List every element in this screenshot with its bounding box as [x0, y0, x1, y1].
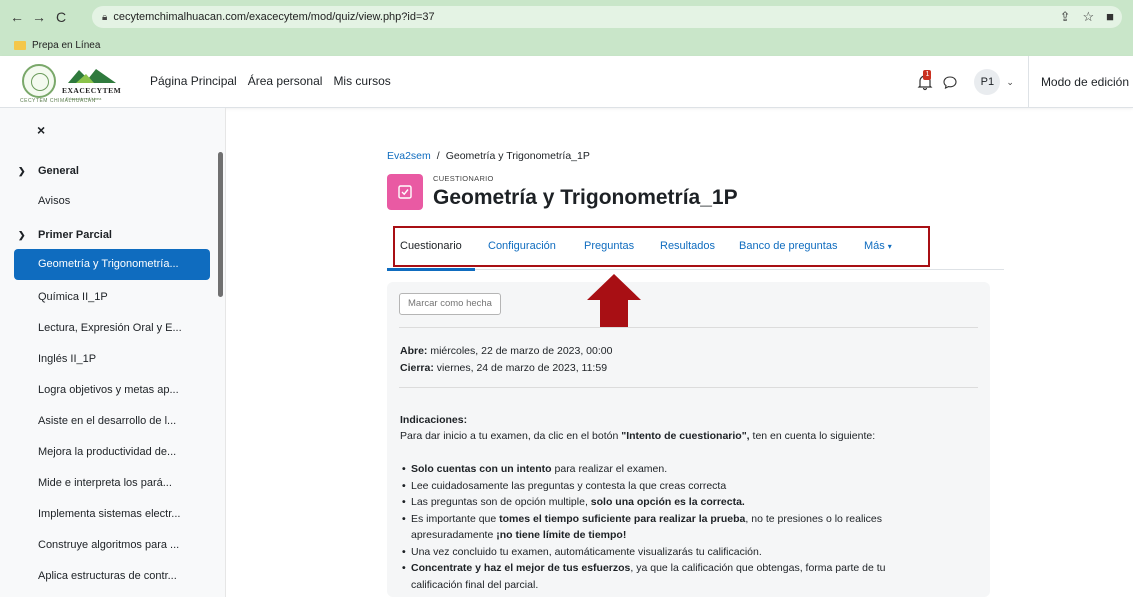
list-item-continuation: calificación final del parcial.	[400, 577, 980, 594]
breadcrumb-separator: /	[436, 150, 440, 162]
messages-icon[interactable]	[942, 74, 958, 90]
bullet-text: calificación final del parcial.	[411, 578, 539, 591]
drawer-item-aplica[interactable]: Aplica estructuras de contr...	[14, 561, 210, 591]
back-icon[interactable]: ←	[6, 9, 28, 25]
drawer-item-implementa[interactable]: Implementa sistemas electr...	[14, 499, 210, 529]
drawer-item-ingles[interactable]: Inglés II_1P	[14, 344, 210, 374]
drawer-item-quimica[interactable]: Química II_1P	[14, 282, 210, 312]
annotation-arrow-icon	[587, 274, 641, 328]
list-item: Las preguntas son de opción multiple, so…	[400, 494, 980, 511]
star-icon[interactable]: ☆	[1082, 9, 1094, 25]
drawer-item-asiste[interactable]: Asiste en el desarrollo de l...	[14, 406, 210, 436]
bullet-bold: tomes el tiempo suficiente para realizar…	[499, 512, 746, 525]
edit-mode-label[interactable]: Modo de edición	[1041, 75, 1129, 89]
list-item: Es importante que tomes el tiempo sufici…	[400, 511, 980, 528]
list-item: Una vez concluido tu examen, automáticam…	[400, 544, 980, 561]
close-date-value: viernes, 24 de marzo de 2023, 11:59	[436, 362, 608, 374]
drawer-item-logra-objetivos[interactable]: Logra objetivos y metas ap...	[14, 375, 210, 405]
activity-type-label: CUESTIONARIO	[433, 174, 494, 183]
breadcrumb: Eva2sem / Geometría y Trigonometría_1P	[387, 150, 590, 162]
section-general[interactable]: ❯ General	[14, 156, 210, 186]
logo-brand: EXACECYTEM	[62, 86, 122, 95]
bullet-text: , no te presiones o lo realices	[745, 512, 882, 525]
chevron-down-icon[interactable]: ❯	[18, 220, 26, 250]
folder-icon	[14, 40, 26, 50]
chevron-down-icon[interactable]: ⌄	[1006, 77, 1014, 88]
forward-icon[interactable]: →	[28, 9, 50, 25]
bullet-bold: ¡no tiene límite de tiempo!	[496, 529, 627, 541]
bookmark-prepa[interactable]: Prepa en Línea	[32, 40, 100, 51]
logo-tagline: Educación en Línea	[66, 96, 102, 101]
close-date-label: Cierra:	[400, 362, 434, 374]
url-text: cecytemchimalhuacan.com/exacecytem/mod/q…	[113, 11, 435, 23]
chevron-down-icon[interactable]: ❯	[18, 156, 26, 186]
notification-bell-icon[interactable]: 1	[916, 70, 934, 91]
bullet-text: Lee cuidadosamente las preguntas y conte…	[411, 479, 727, 492]
breadcrumb-current[interactable]: Geometría y Trigonometría_1P	[446, 150, 590, 162]
drawer-item-geometria[interactable]: Geometría y Trigonometría...	[14, 249, 210, 280]
instructions-list: Solo cuentas con un intento para realiza…	[400, 461, 980, 593]
open-date-label: Abre:	[400, 345, 428, 357]
list-item-continuation: apresuradamente ¡no tiene límite de tiem…	[400, 527, 980, 544]
share-icon[interactable]: ⇪	[1060, 9, 1071, 25]
nav-my-courses[interactable]: Mis cursos	[333, 74, 390, 88]
site-navbar: CECYTEM CHIMALHUACÁN EXACECYTEM Educació…	[0, 56, 1133, 108]
divider	[399, 387, 978, 388]
drawer-item-lectura[interactable]: Lectura, Expresión Oral y E...	[14, 313, 210, 343]
close-date: Cierra: viernes, 24 de marzo de 2023, 11…	[400, 362, 607, 374]
instructions-intro: Para dar inicio a tu examen, da clic en …	[400, 430, 980, 442]
bullet-text: Una vez concluido tu examen, automáticam…	[411, 545, 762, 558]
bullet-text: , ya que la calificación que obtengas, f…	[630, 562, 886, 574]
active-tab-indicator	[387, 268, 475, 271]
bullet-bold: Solo cuentas con un intento	[411, 463, 552, 475]
exacecytem-logo-icon[interactable]	[66, 66, 118, 84]
address-bar[interactable]: 🔒︎ cecytemchimalhuacan.com/exacecytem/mo…	[92, 6, 1122, 28]
bullet-text: apresuradamente	[411, 529, 497, 541]
window-icon[interactable]: ■	[1106, 9, 1114, 25]
list-item: Solo cuentas con un intento para realiza…	[400, 461, 980, 478]
open-date: Abre: miércoles, 22 de marzo de 2023, 00…	[400, 345, 612, 357]
lock-icon: 🔒︎	[102, 11, 108, 23]
course-index-drawer: × ❯ General Avisos ❯ Primer Parcial Geom…	[0, 108, 226, 597]
list-item: Concentrate y haz el mejor de tus esfuer…	[400, 560, 980, 577]
navbar-divider	[1027, 56, 1029, 108]
open-date-value: miércoles, 22 de marzo de 2023, 00:00	[430, 345, 613, 357]
bullet-text: para realizar el examen.	[551, 463, 668, 475]
browser-toolbar: ← → C 🔒︎ cecytemchimalhuacan.com/exacecy…	[0, 0, 1133, 34]
drawer-scrollbar[interactable]	[218, 152, 223, 297]
mark-as-done-button[interactable]: Marcar como hecha	[399, 293, 501, 315]
quiz-icon	[387, 174, 423, 210]
bookmarks-bar: Prepa en Línea	[0, 34, 1133, 56]
annotation-highlight-box	[393, 226, 930, 267]
bullet-text: Es importante que	[411, 512, 500, 525]
intro-button-name: "Intento de cuestionario",	[621, 430, 750, 442]
divider	[399, 327, 978, 328]
cecytem-logo-icon[interactable]	[22, 64, 56, 98]
section-primer-parcial[interactable]: ❯ Primer Parcial	[14, 220, 210, 250]
bullet-bold: solo una opción es la correcta.	[590, 496, 745, 508]
bullet-bold: Concentrate y haz el mejor de tus esfuer…	[411, 562, 631, 574]
section-label: Primer Parcial	[38, 229, 112, 241]
drawer-item-mide[interactable]: Mide e interpreta los pará...	[14, 468, 210, 498]
user-avatar[interactable]: P1	[974, 69, 1001, 95]
bullet-text: Las preguntas son de opción multiple,	[411, 496, 591, 508]
intro-text-end: ten en cuenta lo siguiente:	[749, 430, 876, 442]
notification-count: 1	[923, 70, 932, 80]
reload-icon[interactable]: C	[50, 9, 72, 25]
nav-home[interactable]: Página Principal	[150, 74, 237, 88]
drawer-item-construye[interactable]: Construye algoritmos para ...	[14, 530, 210, 560]
list-item: Lee cuidadosamente las preguntas y conte…	[400, 478, 980, 495]
intro-text: Para dar inicio a tu examen, da clic en …	[400, 430, 622, 442]
drawer-item-avisos[interactable]: Avisos	[14, 186, 210, 216]
nav-dashboard[interactable]: Área personal	[248, 74, 323, 88]
breadcrumb-course[interactable]: Eva2sem	[387, 150, 431, 162]
instructions-title: Indicaciones:	[400, 414, 468, 426]
drawer-item-mejora[interactable]: Mejora la productividad de...	[14, 437, 210, 467]
section-label: General	[38, 165, 79, 177]
page-title: Geometría y Trigonometría_1P	[433, 186, 738, 209]
close-icon[interactable]: ×	[37, 122, 45, 138]
